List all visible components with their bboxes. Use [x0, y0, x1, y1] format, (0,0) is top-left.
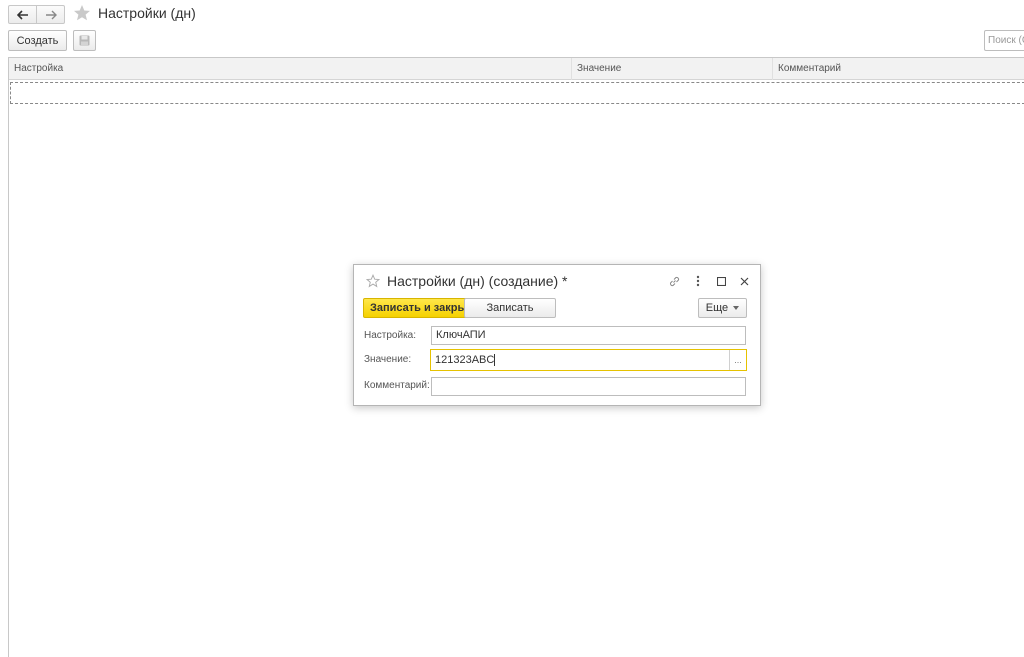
text-caret — [494, 354, 496, 367]
more-menu-button[interactable]: Еще — [698, 298, 747, 318]
close-icon — [740, 277, 748, 285]
choice-button[interactable]: ... — [729, 350, 746, 370]
page-title: Настройки (дн) — [98, 5, 196, 21]
star-icon[interactable] — [73, 4, 91, 22]
create-settings-dialog: Настройки (дн) (создание) * Записать и з… — [353, 264, 761, 406]
maximize-button[interactable] — [713, 273, 729, 289]
close-button[interactable] — [736, 273, 752, 289]
column-header-value[interactable]: Значение — [571, 58, 771, 80]
arrow-left-icon — [16, 9, 28, 20]
more-actions-button[interactable] — [690, 273, 706, 289]
column-header-setting[interactable]: Настройка — [9, 58, 570, 80]
more-menu-label: Еще — [705, 302, 729, 314]
value-input[interactable]: 121323ABC ... — [430, 349, 747, 371]
search-input[interactable]: Поиск (С — [984, 30, 1024, 51]
value-input-text: 121323ABC — [435, 354, 495, 366]
table-row[interactable] — [10, 82, 1024, 104]
setting-label: Настройка: — [364, 330, 417, 341]
column-header-comment[interactable]: Комментарий — [772, 58, 1024, 80]
save-list-button[interactable] — [73, 30, 96, 51]
back-button[interactable] — [9, 6, 36, 23]
dialog-title: Настройки (дн) (создание) * — [387, 273, 568, 289]
comment-input[interactable] — [431, 377, 746, 396]
chevron-down-icon — [733, 306, 740, 310]
vertical-dots-icon — [696, 275, 700, 287]
navigation-group — [8, 5, 65, 24]
link-icon — [669, 276, 679, 286]
maximize-icon — [716, 276, 726, 286]
comment-label: Комментарий: — [364, 380, 430, 391]
table-header: Настройка Значение Комментарий — [9, 58, 1024, 80]
forward-button[interactable] — [36, 6, 64, 23]
save-button[interactable]: Записать — [464, 298, 556, 318]
floppy-disk-icon — [79, 35, 90, 46]
star-outline-icon[interactable] — [366, 274, 380, 288]
value-label: Значение: — [364, 354, 412, 365]
link-button[interactable] — [666, 273, 682, 289]
setting-input[interactable]: КлючАПИ — [431, 326, 746, 345]
arrow-right-icon — [45, 10, 57, 19]
create-button[interactable]: Создать — [8, 30, 67, 51]
